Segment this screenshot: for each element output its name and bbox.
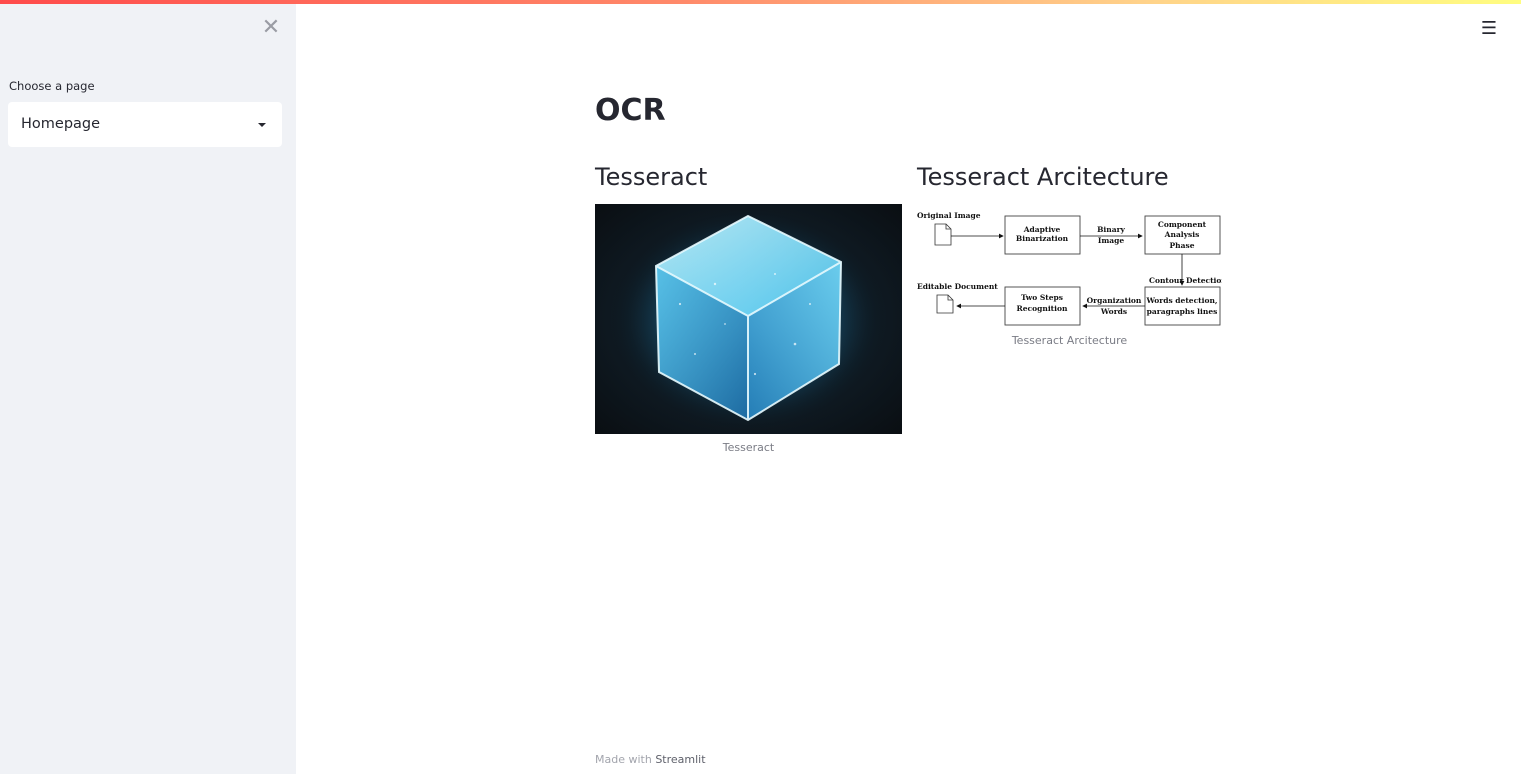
svg-text:Two Steps: Two Steps <box>1021 293 1063 302</box>
svg-text:Component: Component <box>1158 220 1207 229</box>
sidebar: ✕ Choose a page Homepage <box>0 0 296 774</box>
diagram-original-image-label: Original Image <box>917 211 981 220</box>
tesseract-heading: Tesseract <box>595 163 708 191</box>
svg-text:Phase: Phase <box>1170 241 1195 250</box>
architecture-image-caption: Tesseract Arcitecture <box>1011 334 1128 347</box>
page-select[interactable]: Homepage <box>8 102 282 147</box>
svg-text:Contour: Contour <box>1149 276 1184 285</box>
page-select-value: Homepage <box>21 116 101 132</box>
tesseract-image-caption: Tesseract <box>722 441 775 454</box>
svg-text:Image: Image <box>1098 236 1125 245</box>
svg-text:Binary: Binary <box>1097 225 1125 234</box>
svg-text:Words: Words <box>1100 307 1127 316</box>
cube-illustration <box>608 205 888 434</box>
header-decoration-bar <box>0 0 1521 4</box>
document-icon <box>936 294 954 314</box>
svg-text:Organization: Organization <box>1087 296 1142 305</box>
streamlit-link[interactable]: Streamlit <box>655 753 705 766</box>
architecture-heading: Tesseract Arcitecture <box>917 163 1169 191</box>
page-title: OCR <box>595 93 666 128</box>
svg-text:Analysis: Analysis <box>1164 230 1200 239</box>
svg-text:paragraphs lines: paragraphs lines <box>1147 307 1218 316</box>
diagram-editable-document-label: Editable Document <box>917 282 998 291</box>
hamburger-menu-icon[interactable]: ☰ <box>1479 20 1499 38</box>
page-select-label: Choose a page <box>9 79 95 93</box>
tesseract-cube-image <box>595 204 902 434</box>
footer: Made with Streamlit <box>595 753 706 766</box>
words-detection-box <box>1144 286 1221 326</box>
architecture-diagram: Original Image Adaptive Binarization Bin… <box>917 204 1227 330</box>
svg-text:Binarization: Binarization <box>1016 234 1069 243</box>
footer-prefix: Made with <box>595 753 656 766</box>
document-icon <box>934 223 952 246</box>
close-icon[interactable]: ✕ <box>260 16 282 40</box>
chevron-down-icon <box>258 123 266 127</box>
svg-text:Adaptive: Adaptive <box>1023 225 1061 234</box>
svg-text:Recognition: Recognition <box>1017 304 1068 313</box>
svg-text:Words detection,: Words detection, <box>1145 296 1217 305</box>
svg-text:Detection: Detection <box>1186 276 1222 285</box>
